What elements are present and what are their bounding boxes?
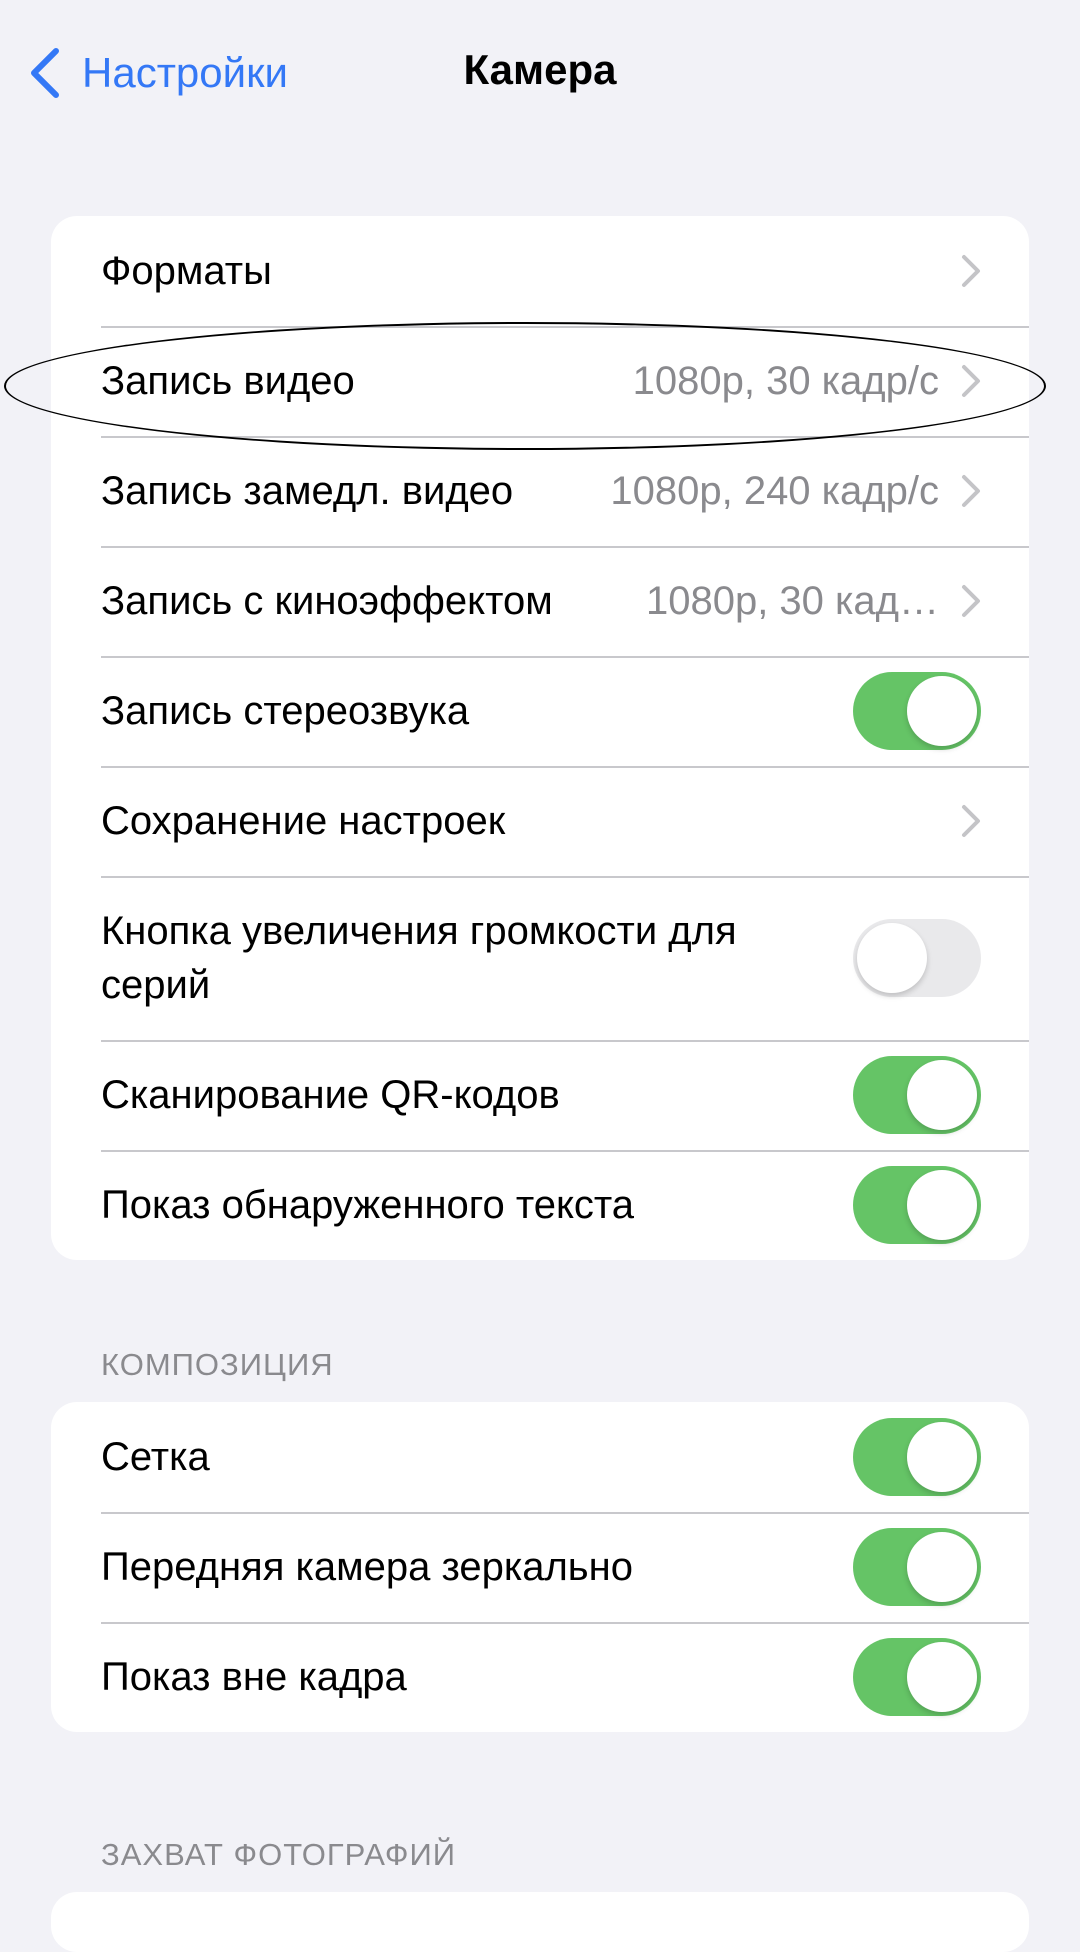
settings-row-mirror-front-camera: Передняя камера зеркально xyxy=(51,1512,1029,1622)
toggle-knob xyxy=(907,1422,977,1492)
row-label: Сетка xyxy=(101,1435,210,1479)
row-label: Запись стереозвука xyxy=(101,689,470,733)
navigation-bar: Настройки Камера xyxy=(0,0,1080,150)
composition-group: Сетка Передняя камера зеркально Показ вн… xyxy=(51,1402,1029,1732)
settings-row-scan-qr: Сканирование QR-кодов xyxy=(51,1040,1029,1150)
detected-text-toggle[interactable] xyxy=(853,1166,981,1244)
row-label: Форматы xyxy=(101,249,272,293)
row-label: Показ вне кадра xyxy=(101,1655,407,1699)
settings-row-volume-burst: Кнопка увеличения громкости для серий xyxy=(51,876,1029,1040)
view-outside-frame-toggle[interactable] xyxy=(853,1638,981,1716)
scan-qr-toggle[interactable] xyxy=(853,1056,981,1134)
row-label: Показ обнаруженного текста xyxy=(101,1183,635,1227)
settings-row-formats[interactable]: Форматы xyxy=(51,216,1029,326)
row-label: Запись видео xyxy=(101,359,355,403)
settings-row-view-outside-frame: Показ вне кадра xyxy=(51,1622,1029,1732)
settings-row-detected-text: Показ обнаруженного текста xyxy=(51,1150,1029,1260)
settings-row-preserve-settings[interactable]: Сохранение настроек xyxy=(51,766,1029,876)
settings-row-grid: Сетка xyxy=(51,1402,1029,1512)
row-label: Сканирование QR-кодов xyxy=(101,1073,560,1117)
stereo-audio-toggle[interactable] xyxy=(853,672,981,750)
row-value: 1080p, 30 кадр/с xyxy=(632,358,939,403)
row-label: Запись замедл. видео xyxy=(101,469,514,513)
section-header-photo-capture: ЗАХВАТ ФОТОГРАФИЙ xyxy=(101,1837,457,1872)
toggle-knob xyxy=(907,1060,977,1130)
row-label: Запись с киноэффектом xyxy=(101,579,553,623)
toggle-knob xyxy=(907,676,977,746)
chevron-right-icon xyxy=(962,805,980,837)
mirror-front-camera-toggle[interactable] xyxy=(853,1528,981,1606)
chevron-right-icon xyxy=(962,255,980,287)
toggle-knob xyxy=(907,1170,977,1240)
toggle-knob xyxy=(857,923,927,993)
settings-row-slomo-recording[interactable]: Запись замедл. видео 1080p, 240 кадр/с xyxy=(51,436,1029,546)
section-header-composition: КОМПОЗИЦИЯ xyxy=(101,1347,334,1382)
row-label: Сохранение настроек xyxy=(101,799,506,843)
settings-row-stereo-audio: Запись стереозвука xyxy=(51,656,1029,766)
toggle-knob xyxy=(907,1532,977,1602)
settings-row-video-recording[interactable]: Запись видео 1080p, 30 кадр/с xyxy=(51,326,1029,436)
row-label: Передняя камера зеркально xyxy=(101,1545,633,1589)
settings-row-cinematic-recording[interactable]: Запись с киноэффектом 1080p, 30 кад… xyxy=(51,546,1029,656)
photo-capture-group xyxy=(51,1892,1029,1952)
row-value: 1080p, 240 кадр/с xyxy=(610,468,939,513)
grid-toggle[interactable] xyxy=(853,1418,981,1496)
page-title: Камера xyxy=(463,46,617,93)
camera-settings-group: Форматы Запись видео 1080p, 30 кадр/с За… xyxy=(51,216,1029,1260)
chevron-right-icon xyxy=(962,365,980,397)
volume-burst-toggle[interactable] xyxy=(853,919,981,997)
toggle-knob xyxy=(907,1642,977,1712)
chevron-right-icon xyxy=(962,585,980,617)
row-label: Кнопка увеличения громкости для серий xyxy=(101,909,737,1007)
row-value: 1080p, 30 кад… xyxy=(645,578,939,623)
chevron-right-icon xyxy=(962,475,980,507)
